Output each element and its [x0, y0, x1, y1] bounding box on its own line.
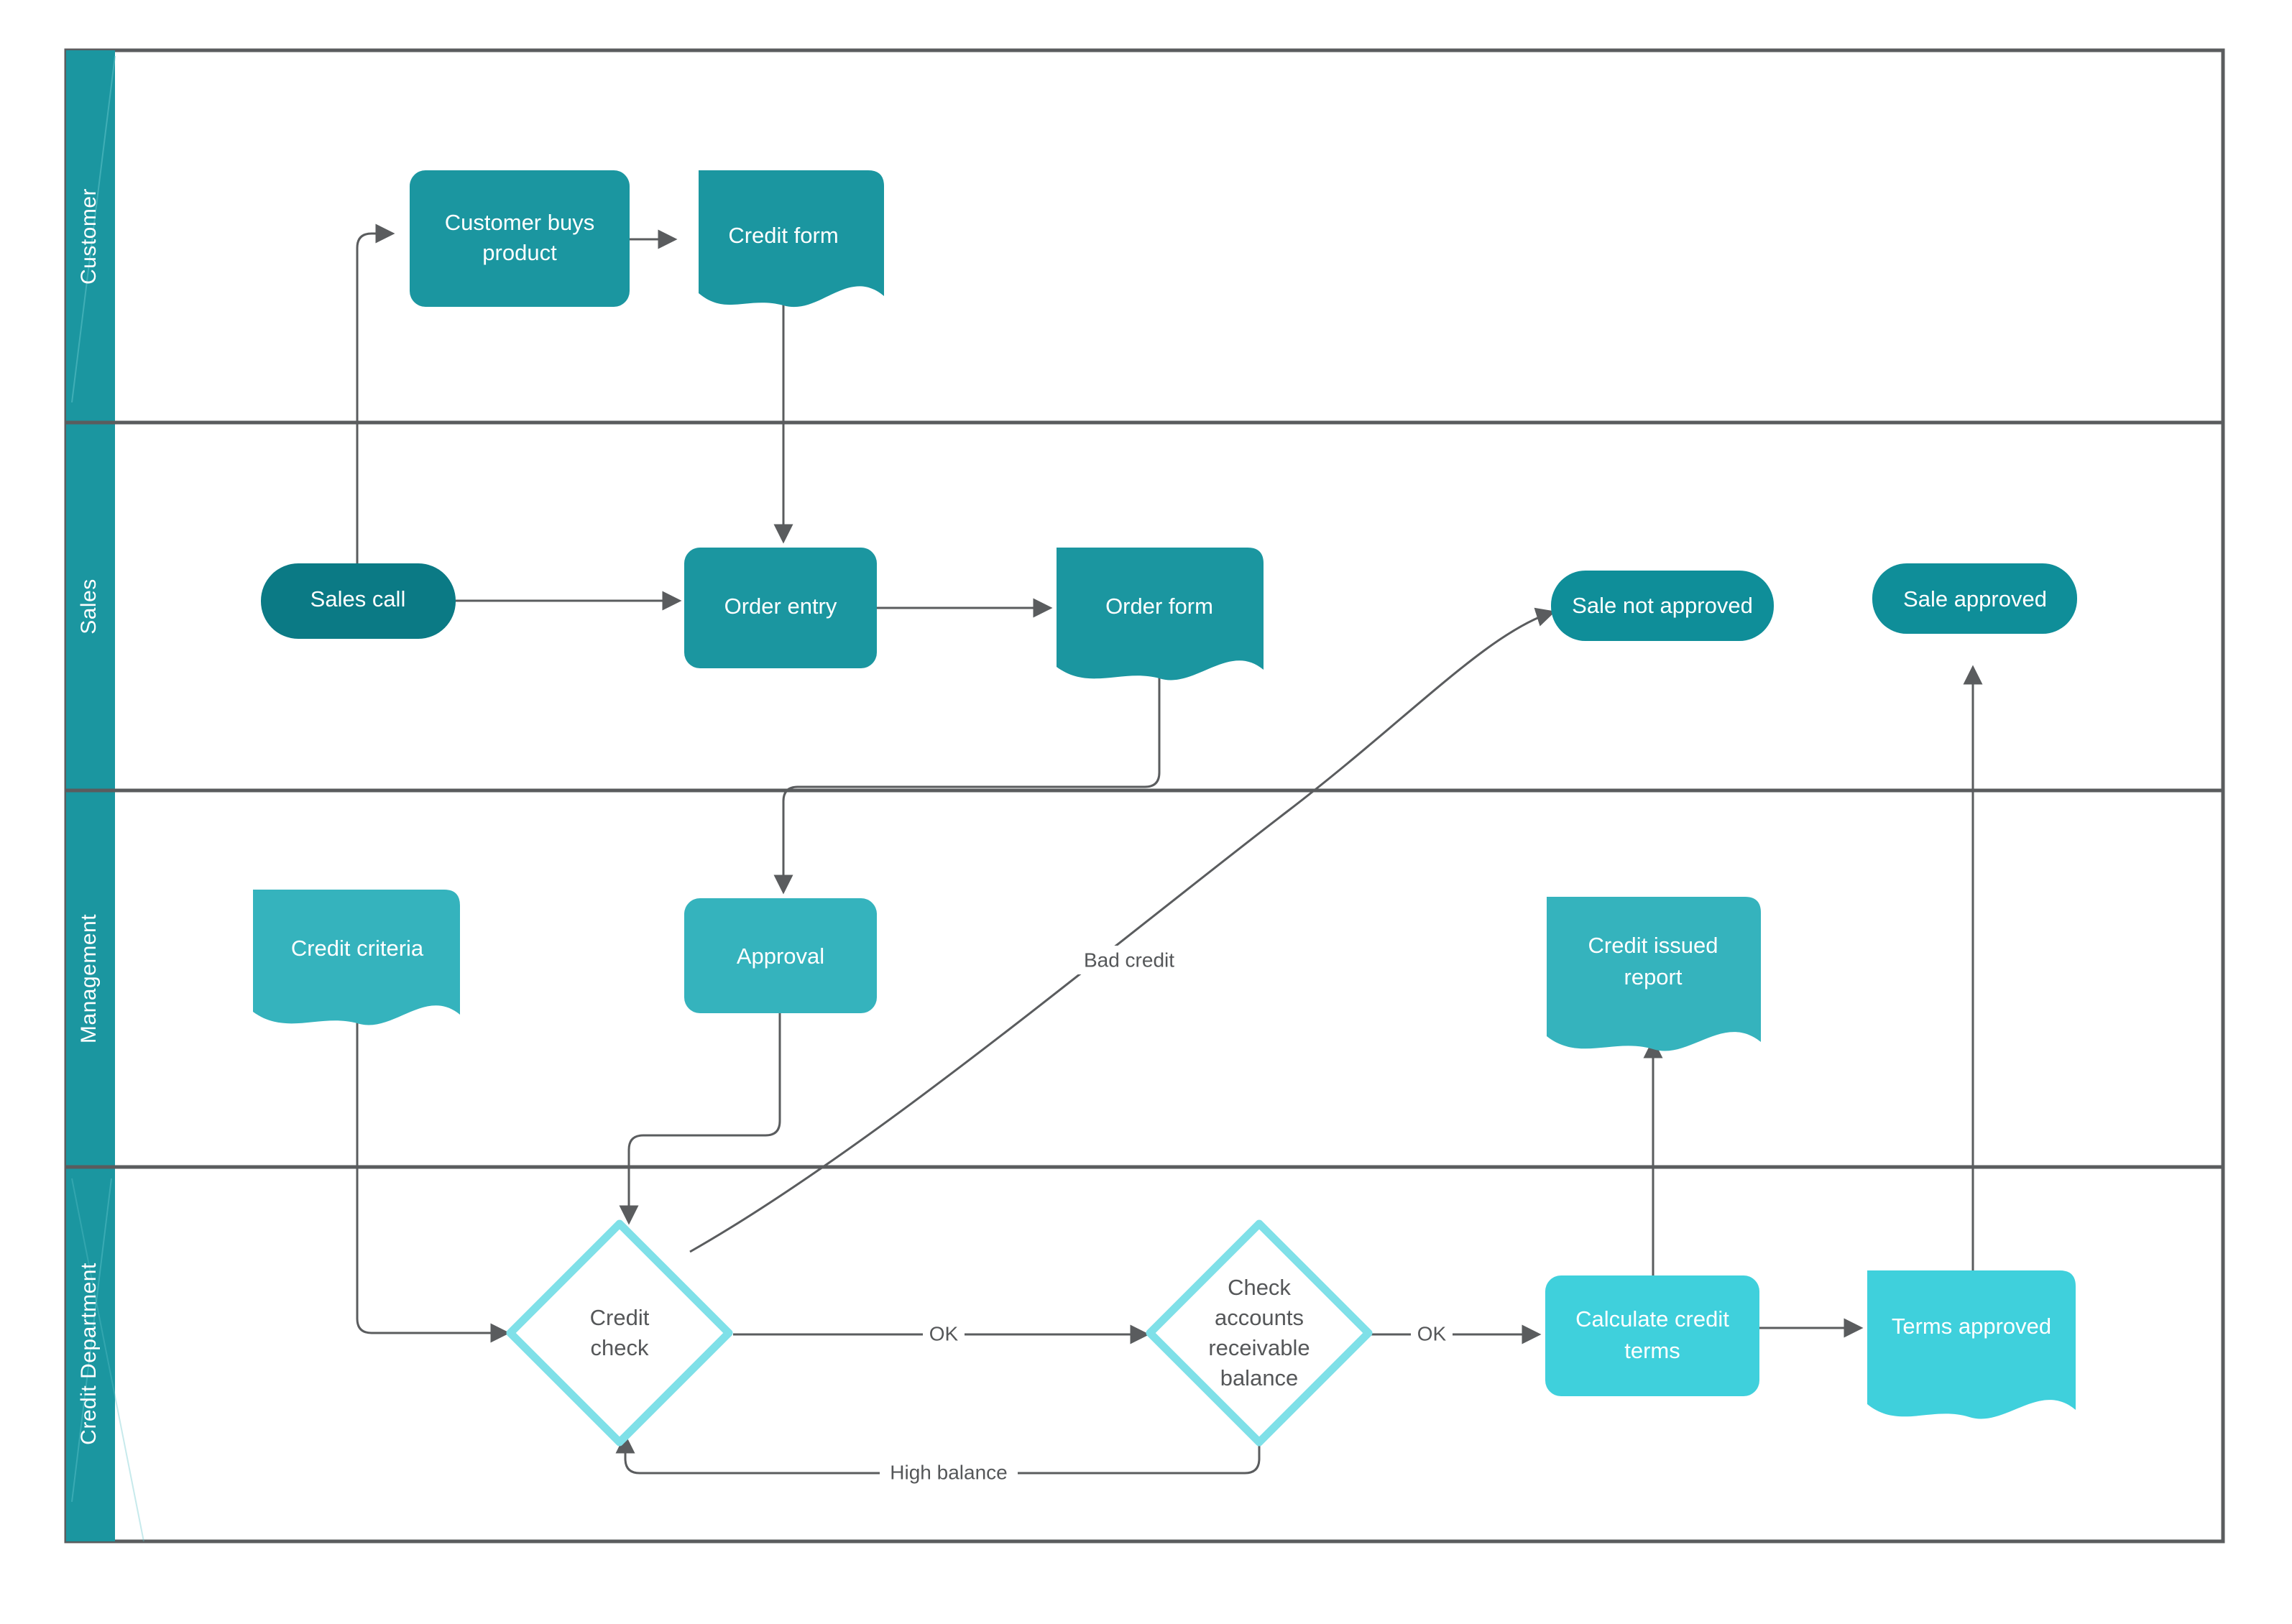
edge-label-ok-1: OK	[923, 1321, 965, 1348]
node-credit-criteria-label: Credit criteria	[291, 936, 424, 961]
node-sales-call[interactable]: Sales call	[261, 563, 456, 639]
node-approval[interactable]: Approval	[684, 898, 877, 1013]
connector-order-form-to-approval	[773, 668, 1161, 895]
node-credit-form[interactable]: Credit form	[699, 170, 884, 308]
node-customer-buys-product[interactable]: Customer buys product	[410, 170, 630, 307]
node-sale-not-approved-label: Sale not approved	[1572, 593, 1753, 618]
node-credit-issued-report[interactable]: Credit issued report	[1547, 897, 1761, 1051]
node-order-form-label: Order form	[1105, 594, 1213, 619]
lane-label-credit-department-text: Credit Department	[77, 1263, 101, 1445]
edge-label-ok-1-text: OK	[929, 1322, 959, 1344]
node-credit-check[interactable]: Credit check	[506, 1219, 733, 1447]
node-sale-not-approved[interactable]: Sale not approved	[1551, 571, 1774, 641]
node-sale-approved-label: Sale approved	[1903, 586, 2047, 612]
node-order-entry-label: Order entry	[724, 594, 837, 619]
edge-label-bad-credit: Bad credit	[1074, 946, 1185, 974]
node-sales-call-label: Sales call	[310, 586, 406, 612]
node-terms-approved-label: Terms approved	[1892, 1314, 2051, 1339]
edge-label-ok-2-text: OK	[1417, 1322, 1447, 1344]
node-order-entry[interactable]: Order entry	[684, 548, 877, 668]
edge-label-ok-2: OK	[1411, 1321, 1453, 1348]
node-terms-approved[interactable]: Terms approved	[1867, 1270, 2076, 1419]
connector-sales-call-to-customer-buys-product	[356, 223, 395, 563]
lane-label-management-text: Management	[77, 914, 101, 1043]
lane-label-customer: Customer	[77, 188, 101, 285]
lane-label-sales: Sales	[77, 578, 101, 635]
edge-label-bad-credit-text: Bad credit	[1084, 949, 1174, 971]
connector-credit-criteria-to-credit-check	[356, 1020, 510, 1343]
node-approval-label: Approval	[737, 944, 824, 969]
lane-dividers	[66, 420, 2223, 1169]
lane-label-management: Management	[77, 914, 101, 1043]
lane-label-customer-text: Customer	[77, 188, 101, 285]
connector-approval-to-credit-check	[619, 1013, 781, 1225]
node-credit-criteria[interactable]: Credit criteria	[253, 890, 460, 1025]
node-sale-approved[interactable]: Sale approved	[1872, 563, 2077, 634]
node-calculate-credit-terms[interactable]: Calculate credit terms	[1545, 1275, 1759, 1396]
edge-labels: Bad credit OK OK High balance	[880, 946, 1453, 1487]
lane-label-credit-department: Credit Department	[77, 1263, 101, 1445]
edge-label-high-balance-text: High balance	[890, 1461, 1007, 1483]
diagram-canvas: Customer Sales Management Credit Departm…	[0, 0, 2292, 1624]
swimlane-flowchart: Customer Sales Management Credit Departm…	[64, 48, 2225, 1544]
lane-label-sales-text: Sales	[77, 578, 101, 635]
node-order-form[interactable]: Order form	[1057, 548, 1264, 680]
node-check-accounts-receivable-balance[interactable]: Check accounts receivable balance	[1146, 1219, 1373, 1447]
edge-label-high-balance: High balance	[880, 1460, 1018, 1487]
node-credit-form-label: Credit form	[728, 223, 838, 248]
